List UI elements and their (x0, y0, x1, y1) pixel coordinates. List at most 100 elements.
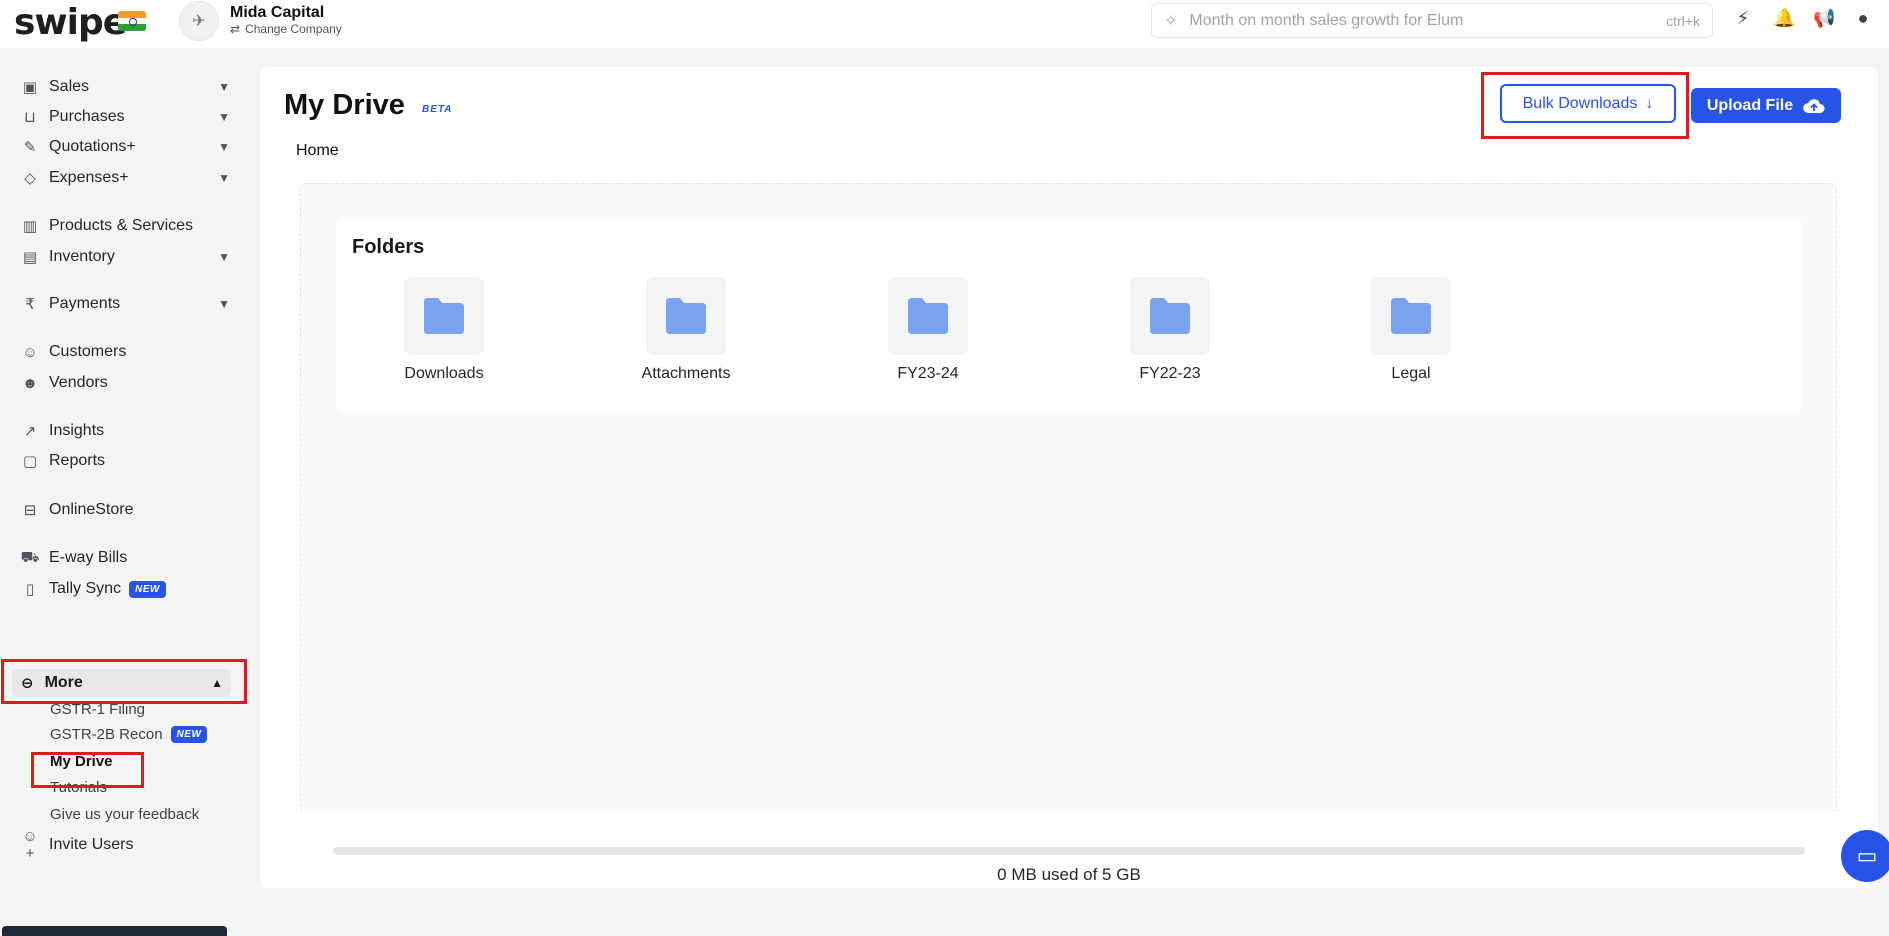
folder-name: FY23-24 (897, 365, 959, 382)
search-shortcut: ctrl+k (1666, 13, 1700, 29)
folder-downloads[interactable]: Downloads (384, 277, 504, 383)
user-icon: ☺ (22, 343, 38, 361)
chevron-down-icon: ▼ (218, 80, 230, 94)
sidebar-item-label: Inventory (49, 248, 115, 265)
upload-file-button[interactable]: Upload File (1691, 88, 1841, 123)
document-icon: ▯ (25, 581, 35, 598)
main-panel: My Drive BETA Home Bulk Downloads ↓ Uplo… (260, 67, 1878, 888)
submenu-item-feedback[interactable]: Give us your feedback (50, 806, 199, 823)
folder-name: Legal (1391, 365, 1431, 382)
sidebar-item-label: Expenses+ (49, 169, 129, 186)
sidebar-item-invite-users[interactable]: ☺+ Invite Users (20, 828, 230, 862)
bell-icon[interactable]: 🔔 (1773, 8, 1795, 29)
users-icon: ☻ (22, 374, 38, 392)
company-name[interactable]: Mida Capital (230, 4, 324, 22)
folder-name: Attachments (641, 365, 731, 382)
sidebar-item-label: Insights (49, 422, 105, 439)
user-account-icon[interactable]: ● (1853, 8, 1873, 29)
swipe-logo[interactable]: swipe (14, 2, 127, 43)
folder-fy23-24[interactable]: FY23-24 (868, 277, 988, 383)
sidebar-item-payments[interactable]: ₹ Payments ▼ (20, 291, 230, 317)
chevron-down-icon: ▼ (218, 297, 230, 311)
sidebar-item-quotations[interactable]: ✎ Quotations+ ▼ (20, 134, 230, 160)
sidebar-item-label: Sales (49, 78, 90, 95)
folder-icon (424, 298, 464, 334)
cloud-upload-icon (1803, 98, 1825, 113)
sidebar-item-inventory[interactable]: ▤ Inventory ▼ (20, 244, 230, 270)
folder-tile (888, 277, 968, 355)
drop-area-footer (300, 812, 1837, 832)
sidebar-item-expenses[interactable]: ◇ Expenses+ ▼ (20, 165, 230, 191)
sidebar-item-label: Quotations+ (49, 138, 136, 155)
folders-card: Folders Downloads Attachments FY23-24 FY… (336, 217, 1802, 413)
folder-tile (646, 277, 726, 355)
new-badge: NEW (129, 580, 166, 598)
folder-tile (1130, 277, 1210, 355)
folder-tile (1371, 277, 1451, 355)
sidebar-item-label: Purchases (49, 108, 125, 125)
folders-title: Folders (352, 236, 425, 258)
storage-progress-bar (333, 847, 1805, 855)
sidebar-item-tally-sync[interactable]: ▯ Tally Sync NEW (20, 576, 230, 602)
sidebar-item-sales[interactable]: ▣ Sales ▼ (20, 74, 230, 100)
bulk-downloads-button[interactable]: Bulk Downloads ↓ (1500, 84, 1676, 123)
beta-badge: BETA (422, 104, 453, 115)
truck-icon: ⛟ (20, 548, 40, 566)
highlight-box-my-drive (31, 752, 144, 788)
breadcrumb-home[interactable]: Home (296, 142, 339, 160)
rupee-icon: ₹ (25, 296, 35, 313)
top-icons: ⚡ 🔔 📢 ● (1733, 8, 1873, 29)
folder-name: Downloads (404, 365, 484, 382)
company-avatar[interactable]: ✈ (179, 1, 219, 41)
highlight-box-more (1, 659, 247, 704)
sidebar-item-label: E-way Bills (49, 549, 128, 566)
change-company-label: Change Company (245, 22, 342, 36)
folder-icon (666, 298, 706, 334)
sidebar-item-label: Reports (49, 452, 106, 469)
warehouse-icon: ▤ (22, 249, 38, 266)
chevron-down-icon: ▼ (218, 250, 230, 264)
bulk-downloads-label: Bulk Downloads (1522, 94, 1638, 112)
folder-tile (404, 277, 484, 355)
chevron-down-icon: ▼ (218, 110, 230, 124)
storage-usage-text: 0 MB used of 5 GB (997, 865, 1141, 884)
sidebar-item-purchases[interactable]: ⊔ Purchases ▼ (20, 104, 230, 130)
chart-line-icon: ↗ (23, 423, 37, 440)
sidebar-item-label: Invite Users (49, 836, 134, 853)
shuffle-icon: ⇄ (230, 22, 241, 36)
chat-icon: ▭ (1856, 843, 1878, 868)
search-bar[interactable]: ✧ ctrl+k (1151, 3, 1713, 38)
pencil-icon: ✎ (23, 139, 37, 156)
folder-fy22-23[interactable]: FY22-23 (1110, 277, 1230, 383)
link-preview-bar (2, 926, 227, 936)
store-icon: ⊟ (23, 502, 37, 519)
sidebar-item-products-services[interactable]: ▥ Products & Services (20, 213, 230, 239)
search-input[interactable] (1189, 11, 1630, 30)
barcode-icon: ▥ (22, 218, 38, 235)
sidebar-item-customers[interactable]: ☺ Customers (20, 339, 230, 365)
folder-legal[interactable]: Legal (1351, 277, 1471, 383)
chevron-down-icon: ▼ (218, 140, 230, 154)
sidebar-item-reports[interactable]: ▢ Reports (20, 448, 230, 474)
cash-icon: ▣ (22, 79, 38, 96)
folder-icon (1150, 298, 1190, 334)
report-icon: ▢ (22, 453, 38, 470)
lightning-icon[interactable]: ⚡ (1733, 8, 1753, 29)
sidebar-item-eway-bills[interactable]: ⛟ E-way Bills (20, 545, 230, 571)
sidebar-item-label: Tally Sync (49, 580, 122, 597)
india-flag-icon (118, 11, 146, 31)
submenu-item-gstr2b-recon[interactable]: GSTR-2B Recon NEW (50, 726, 208, 743)
submenu-item-label: GSTR-2B Recon (50, 726, 163, 743)
new-badge: NEW (170, 726, 208, 743)
sidebar-item-insights[interactable]: ↗ Insights (20, 418, 230, 444)
sidebar-item-label: OnlineStore (49, 501, 134, 518)
sidebar-item-vendors[interactable]: ☻ Vendors (20, 370, 230, 396)
sidebar-item-onlinestore[interactable]: ⊟ OnlineStore (20, 497, 230, 523)
chat-support-button[interactable]: ▭ (1841, 830, 1889, 882)
megaphone-icon[interactable]: 📢 (1813, 8, 1835, 29)
submenu-item-label: Give us your feedback (50, 806, 200, 823)
folder-attachments[interactable]: Attachments (626, 277, 746, 383)
top-bar: swipe ✈ Mida Capital ⇄ Change Company ✧ … (0, 0, 1889, 48)
change-company-link[interactable]: ⇄ Change Company (230, 22, 342, 36)
chevron-down-icon: ▼ (218, 171, 230, 185)
